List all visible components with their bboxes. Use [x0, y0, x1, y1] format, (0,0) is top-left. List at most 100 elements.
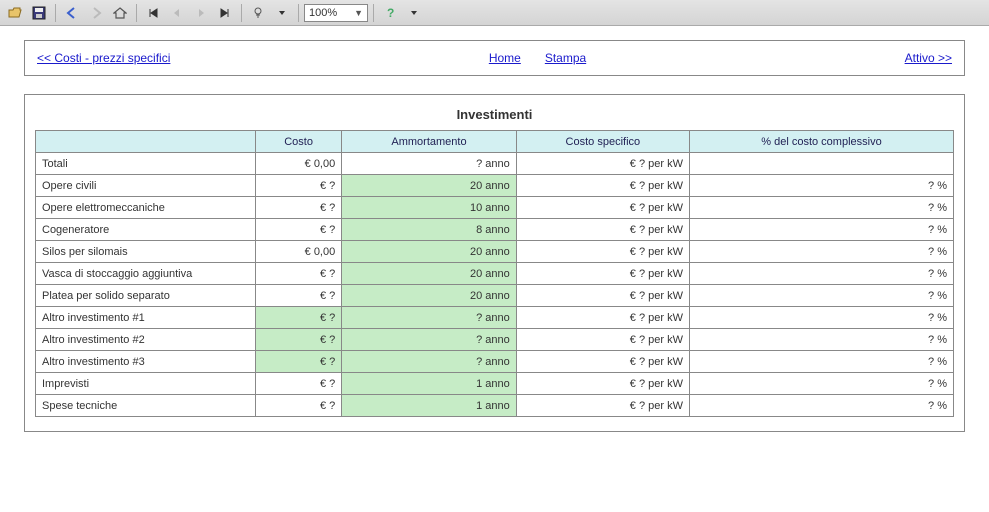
- row-label: Altro investimento #2: [36, 329, 256, 351]
- cell-costo: € ?: [256, 395, 342, 417]
- open-icon[interactable]: [4, 3, 26, 23]
- cell-percentuale: ? %: [689, 395, 953, 417]
- table-header-row: Costo Ammortamento Costo specifico % del…: [36, 131, 954, 153]
- nav-home-link[interactable]: Home: [489, 51, 521, 65]
- table-row: Totali€ 0,00? anno€ ? per kW: [36, 153, 954, 175]
- cell-costo-specifico: € ? per kW: [516, 263, 689, 285]
- cell-percentuale: ? %: [689, 285, 953, 307]
- nav-forward-link[interactable]: Attivo >>: [905, 51, 952, 65]
- cell-percentuale: ? %: [689, 219, 953, 241]
- chevron-down-icon: ▼: [354, 8, 363, 18]
- row-label: Cogeneratore: [36, 219, 256, 241]
- cell-ammortamento[interactable]: ? anno: [342, 351, 516, 373]
- table-row: Vasca di stoccaggio aggiuntiva€ ?20 anno…: [36, 263, 954, 285]
- cell-ammortamento[interactable]: 10 anno: [342, 197, 516, 219]
- cell-costo-specifico: € ? per kW: [516, 307, 689, 329]
- cell-costo: € ?: [256, 197, 342, 219]
- cell-ammortamento[interactable]: 1 anno: [342, 395, 516, 417]
- row-label: Spese tecniche: [36, 395, 256, 417]
- table-row: Altro investimento #2€ ?? anno€ ? per kW…: [36, 329, 954, 351]
- last-page-icon[interactable]: [214, 3, 236, 23]
- back-icon[interactable]: [61, 3, 83, 23]
- col-header-costo: Costo: [256, 131, 342, 153]
- svg-text:?: ?: [387, 6, 394, 20]
- cell-costo-specifico: € ? per kW: [516, 329, 689, 351]
- table-row: Altro investimento #3€ ?? anno€ ? per kW…: [36, 351, 954, 373]
- cell-costo[interactable]: € ?: [256, 329, 342, 351]
- dropdown-icon[interactable]: [403, 3, 425, 23]
- row-label: Vasca di stoccaggio aggiuntiva: [36, 263, 256, 285]
- zoom-select[interactable]: 100% ▼: [304, 4, 368, 22]
- table-row: Opere civili€ ?20 anno€ ? per kW? %: [36, 175, 954, 197]
- cell-costo[interactable]: € ?: [256, 307, 342, 329]
- cell-ammortamento[interactable]: ? anno: [342, 329, 516, 351]
- cell-ammortamento[interactable]: 20 anno: [342, 285, 516, 307]
- col-header-label: [36, 131, 256, 153]
- cell-costo: € 0,00: [256, 153, 342, 175]
- cell-costo: € ?: [256, 373, 342, 395]
- cell-percentuale: ? %: [689, 351, 953, 373]
- row-label: Totali: [36, 153, 256, 175]
- cell-ammortamento[interactable]: 8 anno: [342, 219, 516, 241]
- row-label: Silos per silomais: [36, 241, 256, 263]
- row-label: Platea per solido separato: [36, 285, 256, 307]
- investments-table: Costo Ammortamento Costo specifico % del…: [35, 130, 954, 417]
- table-row: Cogeneratore€ ?8 anno€ ? per kW? %: [36, 219, 954, 241]
- cell-percentuale: ? %: [689, 175, 953, 197]
- cell-ammortamento[interactable]: 20 anno: [342, 175, 516, 197]
- dropdown-icon[interactable]: [271, 3, 293, 23]
- table-row: Platea per solido separato€ ?20 anno€ ? …: [36, 285, 954, 307]
- cell-costo[interactable]: € ?: [256, 351, 342, 373]
- separator: [136, 4, 137, 22]
- cell-percentuale: ? %: [689, 241, 953, 263]
- cell-costo-specifico: € ? per kW: [516, 351, 689, 373]
- cell-ammortamento: ? anno: [342, 153, 516, 175]
- page-content: << Costi - prezzi specifici Home Stampa …: [0, 26, 989, 446]
- row-label: Opere civili: [36, 175, 256, 197]
- investments-panel: Investimenti Costo Ammortamento Costo sp…: [24, 94, 965, 432]
- cell-costo-specifico: € ? per kW: [516, 153, 689, 175]
- first-page-icon[interactable]: [142, 3, 164, 23]
- cell-costo-specifico: € ? per kW: [516, 175, 689, 197]
- cell-costo: € ?: [256, 285, 342, 307]
- cell-costo: € ?: [256, 263, 342, 285]
- cell-costo-specifico: € ? per kW: [516, 285, 689, 307]
- row-label: Altro investimento #3: [36, 351, 256, 373]
- cell-percentuale: ? %: [689, 197, 953, 219]
- cell-percentuale: ? %: [689, 263, 953, 285]
- stop-icon[interactable]: [247, 3, 269, 23]
- cell-percentuale: ? %: [689, 329, 953, 351]
- nav-back-link[interactable]: << Costi - prezzi specifici: [37, 51, 170, 65]
- cell-ammortamento[interactable]: 20 anno: [342, 263, 516, 285]
- col-header-ammortamento: Ammortamento: [342, 131, 516, 153]
- prev-page-icon[interactable]: [166, 3, 188, 23]
- separator: [241, 4, 242, 22]
- table-title: Investimenti: [35, 103, 954, 130]
- next-page-icon[interactable]: [190, 3, 212, 23]
- cell-ammortamento[interactable]: 20 anno: [342, 241, 516, 263]
- separator: [298, 4, 299, 22]
- help-icon[interactable]: ?: [379, 3, 401, 23]
- cell-costo-specifico: € ? per kW: [516, 197, 689, 219]
- table-row: Imprevisti€ ?1 anno€ ? per kW? %: [36, 373, 954, 395]
- toolbar: 100% ▼ ?: [0, 0, 989, 26]
- cell-costo: € 0,00: [256, 241, 342, 263]
- cell-ammortamento[interactable]: ? anno: [342, 307, 516, 329]
- table-row: Opere elettromeccaniche€ ?10 anno€ ? per…: [36, 197, 954, 219]
- cell-costo-specifico: € ? per kW: [516, 241, 689, 263]
- table-row: Silos per silomais€ 0,0020 anno€ ? per k…: [36, 241, 954, 263]
- cell-ammortamento[interactable]: 1 anno: [342, 373, 516, 395]
- col-header-costo-specifico: Costo specifico: [516, 131, 689, 153]
- cell-costo-specifico: € ? per kW: [516, 395, 689, 417]
- cell-costo-specifico: € ? per kW: [516, 219, 689, 241]
- save-icon[interactable]: [28, 3, 50, 23]
- navigation-bar: << Costi - prezzi specifici Home Stampa …: [24, 40, 965, 76]
- cell-percentuale: [689, 153, 953, 175]
- cell-percentuale: ? %: [689, 373, 953, 395]
- home-icon[interactable]: [109, 3, 131, 23]
- forward-icon[interactable]: [85, 3, 107, 23]
- row-label: Altro investimento #1: [36, 307, 256, 329]
- nav-print-link[interactable]: Stampa: [545, 51, 586, 65]
- separator: [55, 4, 56, 22]
- cell-costo: € ?: [256, 219, 342, 241]
